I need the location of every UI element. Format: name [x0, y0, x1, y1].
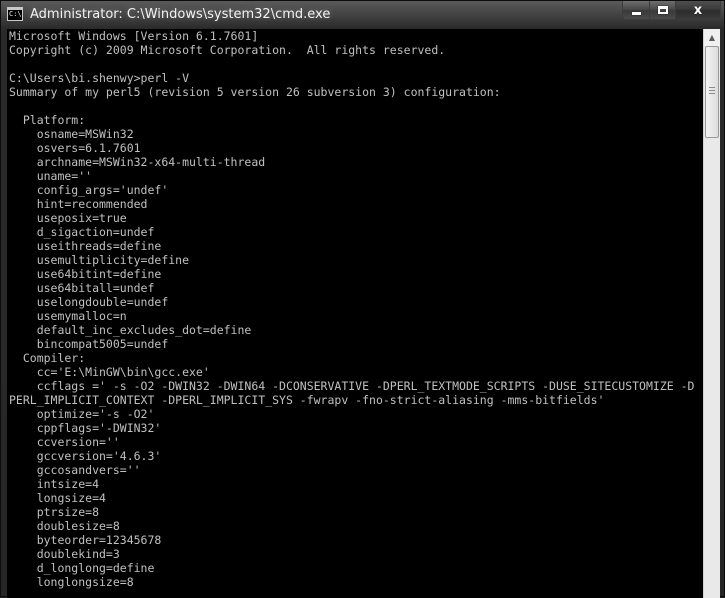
minimize-icon	[631, 11, 641, 15]
console-line: Platform:	[9, 113, 86, 127]
window-title: Administrator: C:\Windows\system32\cmd.e…	[30, 7, 331, 22]
console-line: byteorder=12345678	[9, 533, 162, 547]
console-line: PERL_IMPLICIT_CONTEXT -DPERL_IMPLICIT_SY…	[9, 393, 605, 407]
minimize-button[interactable]	[622, 1, 650, 20]
console-line: optimize='-s -O2'	[9, 407, 155, 421]
scroll-thumb[interactable]	[705, 46, 719, 138]
scroll-up-arrow-icon[interactable]: ▲	[704, 29, 720, 46]
console-client-area: Microsoft Windows [Version 6.1.7601] Copy…	[7, 29, 720, 598]
console-line: Compiler:	[9, 351, 86, 365]
console-line: ccflags =' -s -O2 -DWIN32 -DWIN64 -DCONS…	[9, 379, 695, 393]
console-line: intsize=4	[9, 477, 100, 491]
console-line: gccosandvers=''	[9, 463, 141, 477]
console-line: longsize=4	[9, 491, 106, 505]
console-line: uname=''	[9, 169, 93, 183]
window-controls: x	[622, 1, 721, 21]
console-line: Summary of my perl5 (revision 5 version …	[9, 85, 501, 99]
console-app-icon[interactable]: C:\.	[7, 7, 23, 21]
close-button[interactable]: x	[676, 1, 721, 20]
console-line: archname=MSWin32-x64-multi-thread	[9, 155, 266, 169]
console-line: osvers=6.1.7601	[9, 141, 141, 155]
console-line: doublesize=8	[9, 519, 120, 533]
console-line: Copyright (c) 2009 Microsoft Corporation…	[9, 43, 446, 57]
console-line: use64bitint=define	[9, 267, 162, 281]
console-line: useposix=true	[9, 211, 127, 225]
console-line: d_longlong=define	[9, 561, 155, 575]
console-line: ccversion=''	[9, 435, 120, 449]
console-line: uselongdouble=undef	[9, 295, 169, 309]
maximize-button[interactable]	[650, 1, 676, 20]
console-line: useithreads=define	[9, 239, 162, 253]
console-line: config_args='undef'	[9, 183, 169, 197]
console-line: hint=recommended	[9, 197, 148, 211]
console-line: usemymalloc=n	[9, 309, 127, 323]
console-line: use64bitall=undef	[9, 281, 155, 295]
console-line: cppflags='-DWIN32'	[9, 421, 162, 435]
title-bar[interactable]: C:\. Administrator: C:\Windows\system32\…	[1, 1, 725, 29]
maximize-icon	[657, 6, 668, 14]
console-line: doublekind=3	[9, 547, 120, 561]
console-line: d_sigaction=undef	[9, 225, 155, 239]
console-line: default_inc_excludes_dot=define	[9, 323, 252, 337]
console-output[interactable]: Microsoft Windows [Version 6.1.7601] Copy…	[7, 29, 703, 598]
close-icon: x	[693, 2, 703, 18]
console-line: usemultiplicity=define	[9, 253, 190, 267]
console-line: C:\Users\bi.shenwy>perl -V	[9, 71, 190, 85]
cmd-window: C:\. Administrator: C:\Windows\system32\…	[0, 0, 725, 598]
vertical-scrollbar[interactable]: ▲	[703, 29, 720, 598]
console-line: Microsoft Windows [Version 6.1.7601]	[9, 29, 259, 43]
console-line: gccversion='4.6.3'	[9, 449, 162, 463]
console-line: ptrsize=8	[9, 505, 100, 519]
console-line: cc='E:\MinGW\bin\gcc.exe'	[9, 365, 210, 379]
console-line: bincompat5005=undef	[9, 337, 169, 351]
console-line: longlongsize=8	[9, 575, 134, 589]
console-line: osname=MSWin32	[9, 127, 134, 141]
thumb-grip-icon	[709, 87, 715, 96]
